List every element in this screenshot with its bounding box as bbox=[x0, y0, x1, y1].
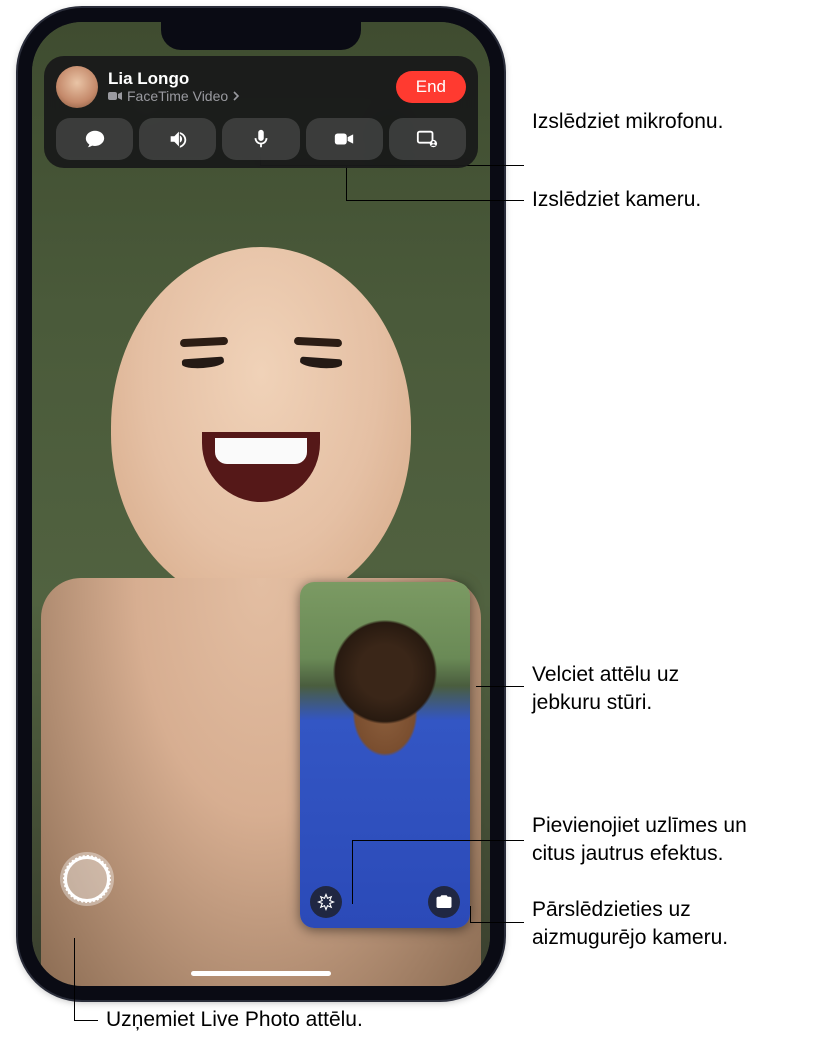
avatar bbox=[56, 66, 98, 108]
callout-line bbox=[470, 906, 471, 922]
flip-camera-icon bbox=[435, 893, 453, 911]
caller-subtitle-text: FaceTime Video bbox=[127, 88, 228, 104]
callout-line bbox=[346, 200, 524, 201]
effects-icon bbox=[317, 893, 335, 911]
callout-flip: Pārslēdzieties uzaizmugurējo kameru. bbox=[532, 896, 728, 953]
callout-line bbox=[352, 840, 524, 841]
screen-share-button[interactable] bbox=[389, 118, 466, 160]
speaker-icon bbox=[167, 128, 189, 150]
live-photo-button[interactable] bbox=[60, 852, 114, 906]
camera-toggle-button[interactable] bbox=[306, 118, 383, 160]
effects-button[interactable] bbox=[310, 886, 342, 918]
callout-line bbox=[346, 165, 347, 200]
speaker-button[interactable] bbox=[139, 118, 216, 160]
caller-subtitle: FaceTime Video bbox=[108, 88, 386, 104]
callout-live-photo: Uzņemiet Live Photo attēlu. bbox=[106, 1006, 363, 1034]
callout-mute-mic: Izslēdziet mikrofonu. bbox=[532, 108, 723, 136]
caller-text: Lia Longo FaceTime Video bbox=[108, 70, 386, 105]
microphone-icon bbox=[250, 128, 272, 150]
callout-drag-pip: Velciet attēlu uzjebkuru stūri. bbox=[532, 661, 679, 718]
end-call-button[interactable]: End bbox=[396, 71, 466, 103]
phone-frame: Lia Longo FaceTime Video End bbox=[18, 8, 504, 1000]
callout-line bbox=[74, 938, 75, 1020]
video-icon bbox=[108, 91, 122, 101]
home-indicator[interactable] bbox=[191, 971, 331, 976]
camera-icon bbox=[333, 128, 355, 150]
screen-share-icon bbox=[416, 128, 438, 150]
callout-line bbox=[74, 1020, 98, 1021]
caller-info-row[interactable]: Lia Longo FaceTime Video End bbox=[56, 66, 466, 108]
flip-camera-button[interactable] bbox=[428, 886, 460, 918]
call-controls-panel: Lia Longo FaceTime Video End bbox=[44, 56, 478, 168]
control-row bbox=[56, 118, 466, 160]
messages-icon bbox=[84, 128, 106, 150]
callout-line bbox=[470, 922, 524, 923]
mute-button[interactable] bbox=[222, 118, 299, 160]
self-view-pip[interactable] bbox=[300, 582, 470, 928]
callout-line bbox=[476, 686, 524, 687]
caller-name: Lia Longo bbox=[108, 70, 386, 89]
screen: Lia Longo FaceTime Video End bbox=[32, 22, 490, 986]
callout-effects: Pievienojiet uzlīmes uncitus jautrus efe… bbox=[532, 812, 747, 869]
notch bbox=[161, 22, 361, 50]
callout-camera-off: Izslēdziet kameru. bbox=[532, 186, 701, 214]
chevron-right-icon bbox=[233, 91, 240, 101]
callout-line bbox=[352, 840, 353, 904]
messages-button[interactable] bbox=[56, 118, 133, 160]
